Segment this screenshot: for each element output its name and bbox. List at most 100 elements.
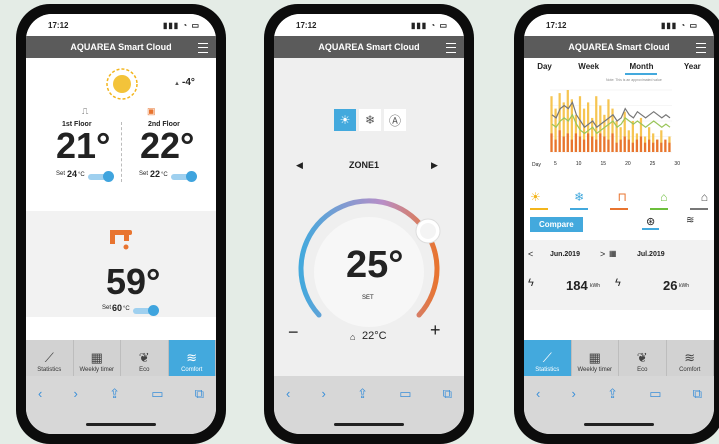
tab-statistics[interactable]: ⟋ Statistics [26,340,74,376]
zone2-set-unit: °C [161,172,168,178]
tank-bar [554,139,557,152]
chart-x-ticks: 5 10 15 20 25 30 [554,161,680,167]
tank-bar [643,142,647,152]
tank-category-icon[interactable]: ⊓ [617,190,626,204]
screen-statistics: 17:12 ▮▮▮ ◔ ▭ AQUAREA Smart Cloud Day We… [524,14,714,434]
cool-mode-icon[interactable]: ❄ [359,109,381,131]
tank-underline [610,208,628,210]
next-zone-arrow-icon[interactable]: ▶ [431,160,438,171]
tabs-icon[interactable]: ⧉ [195,386,204,402]
plus-button[interactable]: + [430,320,441,341]
share-icon[interactable]: ⇪ [109,386,120,402]
status-bar: 17:12 ▮▮▮ ◔ ▭ [524,14,714,36]
zone1-set-unit: °C [78,172,85,178]
tab-label: Comfort [181,367,203,373]
share-icon[interactable]: ⇪ [357,386,368,402]
cooling-underline [570,208,588,210]
tab-label: Weekly timer [577,367,613,373]
period-day[interactable]: Day [537,62,552,75]
zone1-toggle[interactable] [88,171,114,182]
back-icon[interactable]: ‹ [536,386,540,402]
cooling-category-icon[interactable]: ❄ [574,190,584,204]
next-energy: 26 [663,278,678,293]
app-header: AQUAREA Smart Cloud [26,36,216,58]
tab-comfort[interactable]: ≋ Comfort [667,340,714,376]
heater-icon: ▣ [147,106,156,116]
phone-zone: 17:12 ▮▮▮ ◔ ▭ AQUAREA Smart Cloud ☀ ❄ Ⓐ … [264,4,474,444]
app-title: AQUAREA Smart Cloud [70,42,172,52]
bookmarks-icon[interactable]: ▭ [151,386,163,402]
tank-bar [668,142,671,152]
tank-bar [591,136,594,152]
tab-comfort[interactable]: ≋ Comfort [168,340,216,376]
period-month[interactable]: Month [625,62,658,75]
tank-bar [587,133,590,152]
x-tick: 20 [625,161,631,167]
prev-zone-arrow-icon[interactable]: ◀ [296,160,303,171]
x-tick: 5 [554,161,557,167]
status-time: 17:12 [296,20,317,30]
bottom-tab-bar: ⟋ Statistics ▦ Weekly timer ❦ Eco ≋ Comfort [524,340,714,376]
tank-bar [656,139,659,152]
signal-wifi-battery-icon: ▮▮▮ ◔ ▭ [162,20,200,30]
back-icon[interactable]: ‹ [286,386,290,402]
tab-eco[interactable]: ❦ Eco [121,340,169,376]
heating-category-icon[interactable]: ☀ [530,190,541,204]
tab-eco[interactable]: ❦ Eco [619,340,667,376]
tank-bar [566,133,569,152]
tank-bar [558,130,561,152]
hamburger-menu-icon[interactable] [446,43,456,53]
tank-toggle[interactable] [133,305,159,316]
bookmarks-icon[interactable]: ▭ [399,386,411,402]
forward-icon[interactable]: › [74,386,78,402]
share-icon[interactable]: ⇪ [607,386,618,402]
weekly-timer-icon: ▦ [90,350,103,365]
calendar-icon[interactable]: ▦ [609,249,617,258]
zone2-temp: 22° [140,125,195,166]
zone2-toggle[interactable] [171,171,197,182]
auto-mode-icon[interactable]: Ⓐ [384,109,406,131]
x-tick: 15 [600,161,607,167]
tank-bar [570,139,573,152]
screen-zone: 17:12 ▮▮▮ ◔ ▭ AQUAREA Smart Cloud ☀ ❄ Ⓐ … [274,14,464,434]
compare-button[interactable]: Compare [530,217,583,232]
back-icon[interactable]: ‹ [38,386,42,402]
minus-button[interactable]: − [288,322,299,343]
app-title: AQUAREA Smart Cloud [318,42,420,52]
pump-icon: ⎍ [82,106,89,116]
layers-icon[interactable]: ≋ [686,215,694,226]
mode-selector: ☀ ❄ Ⓐ [334,109,406,131]
tank-bar [562,136,565,152]
period-week[interactable]: Week [578,62,599,75]
tabs-icon[interactable]: ⧉ [443,386,452,402]
tab-weekly-timer[interactable]: ▦ Weekly timer [74,340,121,376]
tank-bar [635,139,639,152]
next-month: Jul.2019 [637,251,665,258]
tank-bar [664,139,667,152]
bottom-tab-bar: ⟋ Statistics ▦ Weekly timer ❦ Eco ≋ Comfort [26,340,216,376]
outdoor-category-icon[interactable]: ⌂ [701,190,708,204]
tabs-icon[interactable]: ⧉ [693,386,702,402]
tank-bar [595,139,598,152]
zone2-set-value: 22 [150,169,161,179]
download-icon[interactable]: ⊛ [642,215,660,230]
bookmarks-icon[interactable]: ▭ [649,386,661,402]
forward-icon[interactable]: › [572,386,576,402]
hamburger-menu-icon[interactable] [198,43,208,53]
eco-category-icon[interactable]: ⌂ [660,190,667,204]
tank-set-value: 60 [112,303,123,313]
next-energy-unit: kWh [679,283,689,289]
tab-label: Eco [139,367,150,373]
prev-month-arrow-icon[interactable]: < [528,249,533,259]
forward-icon[interactable]: › [322,386,326,402]
home-icon: ⌂ [350,332,356,342]
tab-statistics[interactable]: ⟋ Statistics [524,340,572,376]
tank-bar [619,139,622,152]
hamburger-menu-icon[interactable] [696,43,706,53]
period-year[interactable]: Year [684,62,701,75]
heat-mode-icon[interactable]: ☀ [334,109,356,131]
app-header: AQUAREA Smart Cloud [524,36,714,58]
next-month-arrow-icon[interactable]: > [600,249,605,259]
tank-bar [639,136,643,152]
tab-weekly-timer[interactable]: ▦ Weekly timer [572,340,619,376]
